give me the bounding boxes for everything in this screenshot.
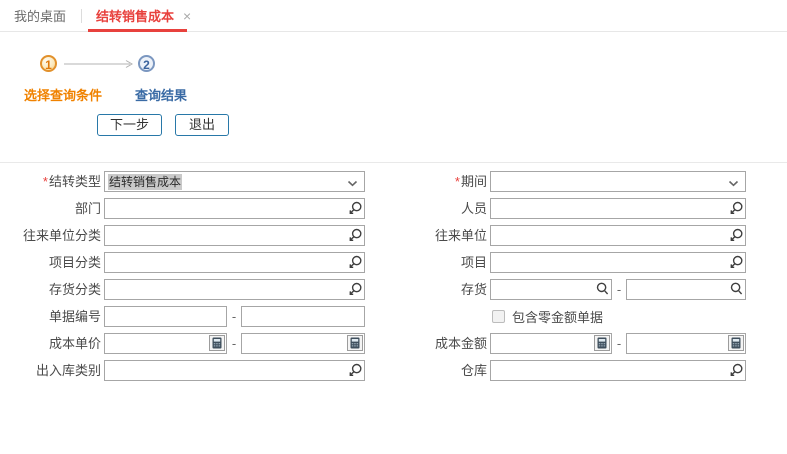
search-icon[interactable] bbox=[596, 282, 609, 296]
form-row: *结转类型 结转销售成本 *期间 bbox=[0, 171, 787, 192]
department-label: 部门 bbox=[0, 198, 101, 219]
search-icon[interactable] bbox=[730, 282, 743, 296]
exit-button[interactable]: 退出 bbox=[175, 114, 229, 136]
calculator-icon[interactable] bbox=[728, 335, 744, 351]
inventory-to-input[interactable] bbox=[626, 279, 746, 300]
form-row: 往来单位分类 往来单位 bbox=[0, 225, 787, 246]
cost-amount-label: 成本金额 bbox=[365, 333, 487, 354]
range-dash: - bbox=[227, 336, 241, 351]
range-dash: - bbox=[227, 309, 241, 324]
form-row: 成本单价 - 成本金额 - bbox=[0, 333, 787, 354]
form-row: 存货分类 存货 - bbox=[0, 279, 787, 300]
active-tab-label: 结转销售成本 bbox=[96, 6, 174, 25]
chevron-down-icon bbox=[347, 180, 358, 187]
partner-category-input[interactable] bbox=[104, 225, 365, 246]
project-label: 项目 bbox=[365, 252, 487, 273]
query-condition-form: *结转类型 结转销售成本 *期间 部门 人员 bbox=[0, 163, 787, 381]
ref-lookup-icon[interactable] bbox=[729, 363, 743, 377]
inventory-label: 存货 bbox=[365, 279, 487, 300]
doc-number-label: 单据编号 bbox=[0, 306, 101, 327]
carryover-type-select[interactable]: 结转销售成本 bbox=[104, 171, 365, 192]
carryover-type-label: *结转类型 bbox=[0, 171, 101, 192]
doc-number-to-input[interactable] bbox=[241, 306, 365, 327]
step-1-circle: 1 bbox=[40, 55, 57, 72]
chevron-down-icon bbox=[728, 180, 739, 187]
tab-carryover-sales-cost[interactable]: 结转销售成本 × bbox=[82, 0, 191, 31]
step-2-circle: 2 bbox=[138, 55, 155, 72]
partner-category-label: 往来单位分类 bbox=[0, 225, 101, 246]
ref-lookup-icon[interactable] bbox=[348, 255, 362, 269]
ref-lookup-icon[interactable] bbox=[729, 201, 743, 215]
warehouse-input[interactable] bbox=[490, 360, 746, 381]
range-dash: - bbox=[612, 282, 626, 297]
step-1-label: 选择查询条件 bbox=[24, 85, 102, 104]
partner-input[interactable] bbox=[490, 225, 746, 246]
partner-label: 往来单位 bbox=[365, 225, 487, 246]
range-dash: - bbox=[612, 336, 626, 351]
person-label: 人员 bbox=[365, 198, 487, 219]
ref-lookup-icon[interactable] bbox=[348, 201, 362, 215]
ref-lookup-icon[interactable] bbox=[348, 228, 362, 242]
period-label: *期间 bbox=[365, 171, 487, 192]
period-select[interactable] bbox=[490, 171, 746, 192]
inventory-category-input[interactable] bbox=[104, 279, 365, 300]
step-arrow-icon bbox=[64, 59, 140, 69]
wizard-header: 1 2 选择查询条件 查询结果 下一步 退出 bbox=[0, 32, 787, 163]
close-icon[interactable]: × bbox=[183, 9, 191, 23]
tab-my-desktop[interactable]: 我的桌面 bbox=[0, 6, 81, 25]
selected-value: 结转销售成本 bbox=[108, 174, 182, 190]
calculator-icon[interactable] bbox=[594, 335, 610, 351]
department-input[interactable] bbox=[104, 198, 365, 219]
unit-cost-label: 成本单价 bbox=[0, 333, 101, 354]
warehouse-label: 仓库 bbox=[365, 360, 487, 381]
inventory-from-input[interactable] bbox=[490, 279, 612, 300]
calculator-icon[interactable] bbox=[347, 335, 363, 351]
form-row: 出入库类别 仓库 bbox=[0, 360, 787, 381]
io-category-input[interactable] bbox=[104, 360, 365, 381]
step-2-label: 查询结果 bbox=[135, 85, 187, 104]
project-input[interactable] bbox=[490, 252, 746, 273]
form-row: 项目分类 项目 bbox=[0, 252, 787, 273]
calculator-icon[interactable] bbox=[209, 335, 225, 351]
ref-lookup-icon[interactable] bbox=[729, 255, 743, 269]
include-zero-amount-checkbox[interactable] bbox=[492, 310, 505, 323]
tab-bar: 我的桌面 结转销售成本 × bbox=[0, 0, 787, 32]
form-row: 部门 人员 bbox=[0, 198, 787, 219]
project-category-label: 项目分类 bbox=[0, 252, 101, 273]
ref-lookup-icon[interactable] bbox=[348, 363, 362, 377]
form-row: 单据编号 - 包含零金额单据 bbox=[0, 306, 787, 327]
doc-number-from-input[interactable] bbox=[104, 306, 227, 327]
ref-lookup-icon[interactable] bbox=[729, 228, 743, 242]
required-mark: * bbox=[43, 174, 48, 189]
next-step-button[interactable]: 下一步 bbox=[97, 114, 162, 136]
ref-lookup-icon[interactable] bbox=[348, 282, 362, 296]
include-zero-amount-label: 包含零金额单据 bbox=[512, 307, 603, 326]
inventory-category-label: 存货分类 bbox=[0, 279, 101, 300]
project-category-input[interactable] bbox=[104, 252, 365, 273]
io-category-label: 出入库类别 bbox=[0, 360, 101, 381]
person-input[interactable] bbox=[490, 198, 746, 219]
